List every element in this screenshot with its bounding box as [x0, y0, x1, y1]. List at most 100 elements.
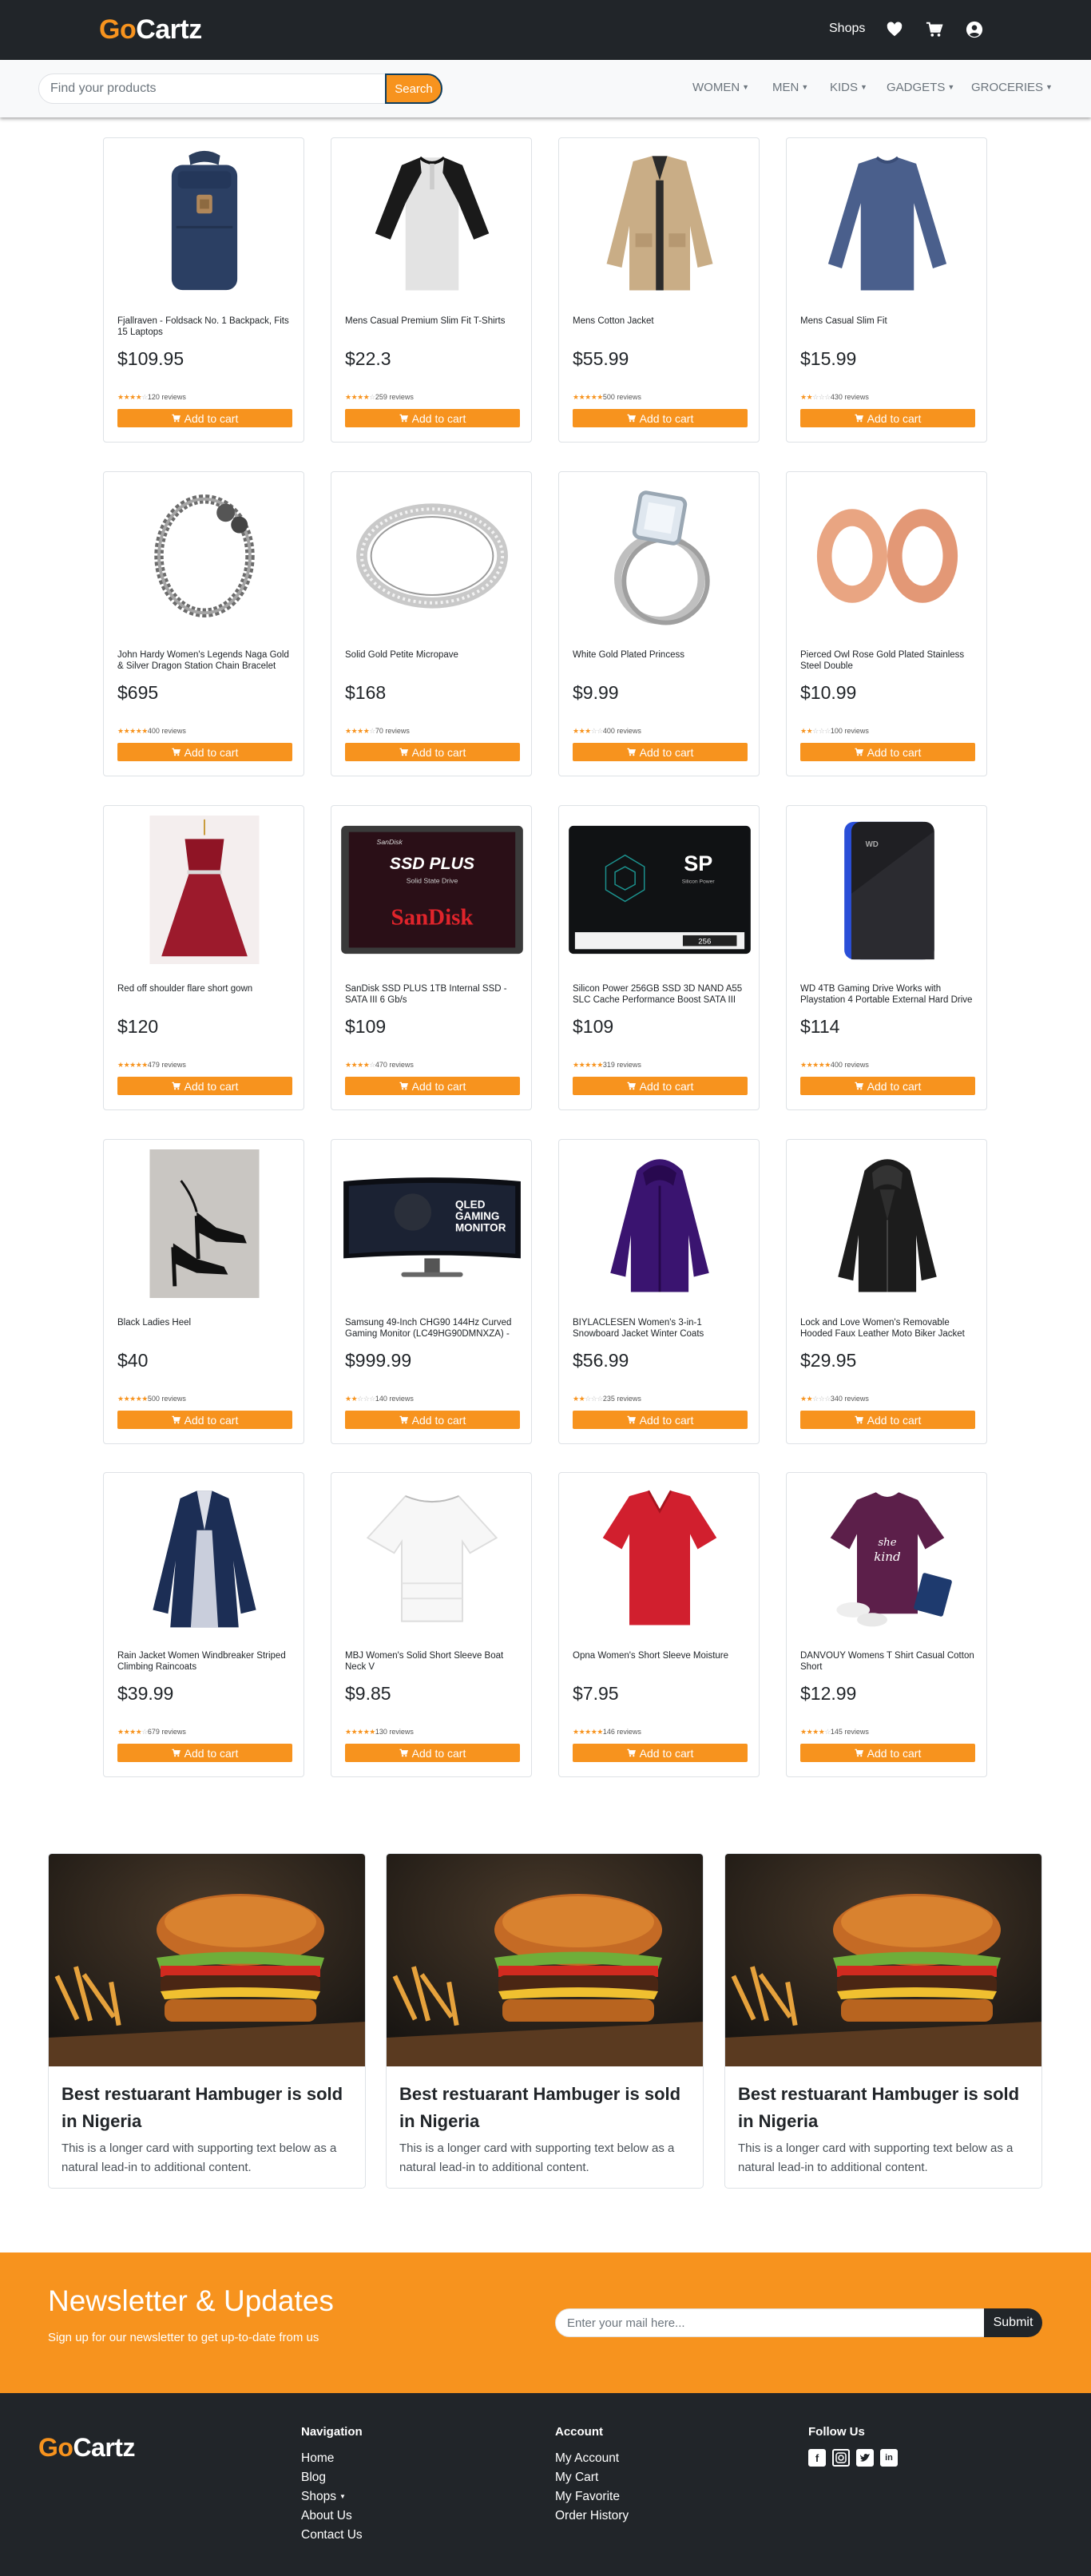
shops-link[interactable]: Shops	[829, 22, 865, 36]
menu-groceries[interactable]: GROCERIES ▼	[971, 81, 1053, 94]
add-to-cart-button[interactable]: Add to cart	[345, 1744, 520, 1762]
product-card[interactable]: John Hardy Women's Legends Naga Gold & S…	[103, 471, 304, 776]
add-to-cart-button[interactable]: Add to cart	[117, 743, 292, 761]
product-image[interactable]	[565, 1479, 754, 1634]
product-image[interactable]: QLED GAMING MONITOR	[338, 1146, 526, 1301]
add-to-cart-button[interactable]: Add to cart	[800, 409, 975, 427]
product-name[interactable]: Fjallraven - Foldsack No. 1 Backpack, Fi…	[117, 316, 293, 338]
brand-logo[interactable]: GoCartz	[99, 14, 202, 46]
newsletter-email-input[interactable]	[555, 2308, 986, 2337]
add-to-cart-button[interactable]: Add to cart	[573, 1411, 748, 1429]
newsletter-submit-button[interactable]: Submit	[984, 2308, 1042, 2337]
menu-kids[interactable]: KIDS ▼	[830, 81, 867, 94]
add-to-cart-button[interactable]: Add to cart	[117, 1077, 292, 1095]
blog-card[interactable]: Best restuarant Hambuger is sold in Nige…	[48, 1853, 366, 2189]
add-to-cart-button[interactable]: Add to cart	[573, 409, 748, 427]
product-image[interactable]	[793, 1146, 982, 1301]
product-card[interactable]: QLED GAMING MONITOR Samsung 49-Inch CHG90 1…	[331, 1139, 532, 1444]
add-to-cart-button[interactable]: Add to cart	[117, 1744, 292, 1762]
search-input[interactable]	[38, 73, 390, 104]
product-image[interactable]	[565, 478, 754, 633]
search-button[interactable]: Search	[385, 73, 442, 104]
menu-men[interactable]: MEN ▼	[772, 81, 808, 94]
product-image[interactable]	[110, 1479, 299, 1634]
footer-link-my-favorite[interactable]: My Favorite	[555, 2487, 629, 2507]
product-name[interactable]: Solid Gold Petite Micropave	[345, 649, 521, 672]
add-to-cart-button[interactable]: Add to cart	[800, 1411, 975, 1429]
add-to-cart-button[interactable]: Add to cart	[800, 1744, 975, 1762]
add-to-cart-button[interactable]: Add to cart	[573, 743, 748, 761]
product-card[interactable]: Rain Jacket Women Windbreaker Striped Cl…	[103, 1472, 304, 1777]
product-image[interactable]: she kind	[793, 1479, 982, 1634]
product-name[interactable]: White Gold Plated Princess	[573, 649, 748, 672]
footer-link-home[interactable]: Home	[301, 2449, 363, 2468]
product-name[interactable]: Silicon Power 256GB SSD 3D NAND A55 SLC …	[573, 983, 748, 1006]
footer-link-my-cart[interactable]: My Cart	[555, 2468, 629, 2487]
product-name[interactable]: BIYLACLESEN Women's 3-in-1 Snowboard Jac…	[573, 1317, 748, 1340]
add-to-cart-button[interactable]: Add to cart	[573, 1077, 748, 1095]
add-to-cart-button[interactable]: Add to cart	[800, 743, 975, 761]
product-image[interactable]	[338, 1479, 526, 1634]
product-card[interactable]: Mens Casual Premium Slim Fit T-Shirts $22…	[331, 137, 532, 443]
cart-icon[interactable]	[926, 21, 943, 38]
product-name[interactable]: Mens Cotton Jacket	[573, 316, 748, 338]
product-image[interactable]	[565, 1146, 754, 1301]
product-image[interactable]	[110, 145, 299, 300]
product-card[interactable]: MBJ Women's Solid Short Sleeve Boat Neck…	[331, 1472, 532, 1777]
product-card[interactable]: Opna Women's Short Sleeve Moisture $7.95 ★…	[558, 1472, 760, 1777]
product-name[interactable]: Red off shoulder flare short gown	[117, 983, 293, 1006]
footer-link-order-history[interactable]: Order History	[555, 2507, 629, 2526]
product-name[interactable]: WD 4TB Gaming Drive Works with Playstati…	[800, 983, 976, 1006]
product-image[interactable]	[338, 478, 526, 633]
menu-women[interactable]: WOMEN ▼	[692, 81, 749, 94]
product-card[interactable]: Mens Casual Slim Fit $15.99 ★★☆☆☆430 revie…	[786, 137, 987, 443]
menu-gadgets[interactable]: GADGETS ▼	[887, 81, 954, 94]
product-image[interactable]: WD	[793, 812, 982, 967]
product-card[interactable]: White Gold Plated Princess $9.99 ★★★☆☆400 …	[558, 471, 760, 776]
product-image[interactable]	[793, 478, 982, 633]
footer-link-contact[interactable]: Contact Us	[301, 2526, 363, 2545]
product-name[interactable]: Rain Jacket Women Windbreaker Striped Cl…	[117, 1650, 293, 1673]
product-name[interactable]: Samsung 49-Inch CHG90 144Hz Curved Gamin…	[345, 1317, 521, 1340]
product-name[interactable]: SanDisk SSD PLUS 1TB Internal SSD - SATA…	[345, 983, 521, 1006]
product-name[interactable]: Opna Women's Short Sleeve Moisture	[573, 1650, 748, 1673]
product-image[interactable]	[110, 478, 299, 633]
product-name[interactable]: Pierced Owl Rose Gold Plated Stainless S…	[800, 649, 976, 672]
product-image[interactable]: SanDisk SSD PLUS Solid State Drive SanDisk	[338, 812, 526, 967]
add-to-cart-button[interactable]: Add to cart	[573, 1744, 748, 1762]
product-card[interactable]: Black Ladies Heel $40 ★★★★★500 reviews Add …	[103, 1139, 304, 1444]
product-name[interactable]: Black Ladies Heel	[117, 1317, 293, 1340]
facebook-icon[interactable]: f	[808, 2449, 826, 2467]
product-image[interactable]	[110, 812, 299, 967]
product-image[interactable]	[565, 145, 754, 300]
product-card[interactable]: she kind DANVOUY Womens T Shirt Casual Cot…	[786, 1472, 987, 1777]
user-icon[interactable]	[966, 21, 983, 38]
instagram-icon[interactable]	[832, 2449, 850, 2467]
product-card[interactable]: Pierced Owl Rose Gold Plated Stainless S…	[786, 471, 987, 776]
product-name[interactable]: John Hardy Women's Legends Naga Gold & S…	[117, 649, 293, 672]
product-card[interactable]: Mens Cotton Jacket $55.99 ★★★★★500 reviews…	[558, 137, 760, 443]
add-to-cart-button[interactable]: Add to cart	[345, 409, 520, 427]
product-image[interactable]	[338, 145, 526, 300]
product-card[interactable]: Solid Gold Petite Micropave $168 ★★★★☆70 r…	[331, 471, 532, 776]
add-to-cart-button[interactable]: Add to cart	[345, 743, 520, 761]
heart-icon[interactable]	[886, 21, 903, 38]
twitter-icon[interactable]	[856, 2449, 874, 2467]
product-image[interactable]	[110, 1146, 299, 1301]
add-to-cart-button[interactable]: Add to cart	[117, 1411, 292, 1429]
linkedin-icon[interactable]: in	[880, 2449, 898, 2467]
add-to-cart-button[interactable]: Add to cart	[345, 1077, 520, 1095]
product-card[interactable]: SP Silicon Power 256 Silicon Power 256GB SS…	[558, 805, 760, 1110]
footer-link-shops[interactable]: Shops ▼	[301, 2487, 363, 2507]
product-image[interactable]	[793, 145, 982, 300]
product-image[interactable]: SP Silicon Power 256	[565, 812, 754, 967]
product-name[interactable]: Mens Casual Premium Slim Fit T-Shirts	[345, 316, 521, 338]
product-card[interactable]: BIYLACLESEN Women's 3-in-1 Snowboard Jac…	[558, 1139, 760, 1444]
product-name[interactable]: Mens Casual Slim Fit	[800, 316, 976, 338]
footer-link-about[interactable]: About Us	[301, 2507, 363, 2526]
footer-brand-logo[interactable]: GoCartz	[38, 2433, 135, 2463]
blog-card[interactable]: Best restuarant Hambuger is sold in Nige…	[386, 1853, 704, 2189]
product-name[interactable]: DANVOUY Womens T Shirt Casual Cotton Sho…	[800, 1650, 976, 1673]
blog-card[interactable]: Best restuarant Hambuger is sold in Nige…	[724, 1853, 1042, 2189]
product-card[interactable]: Lock and Love Women's Removable Hooded F…	[786, 1139, 987, 1444]
